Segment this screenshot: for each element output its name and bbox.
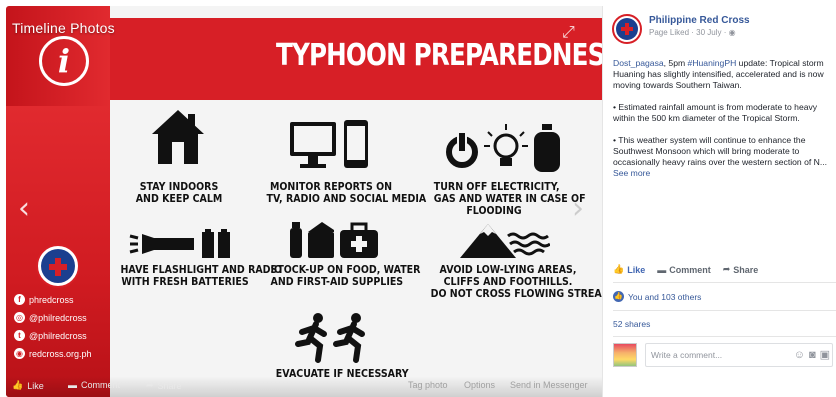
tip-monitor-reports: MONITOR REPORTS ON TV, RADIO AND SOCIAL … (266, 180, 427, 205)
options-button[interactable]: Options (464, 380, 495, 390)
twitter-icon: t (14, 330, 25, 341)
tip-flashlight-radio: HAVE FLASHLIGHT AND RADIO WITH FRESH BAT… (120, 263, 283, 288)
post-text: Dost_pagasa, 5pm #HuaningPH update: Trop… (613, 58, 827, 178)
house-icon (150, 108, 206, 171)
divider (613, 336, 836, 337)
photo-share-button[interactable]: ➦ Share (146, 380, 182, 391)
share-icon: ➦ (146, 380, 154, 390)
likes-summary[interactable]: 👍 You and 103 others (613, 291, 701, 302)
comment-icon: ▬ (68, 380, 77, 390)
social-twitter: t @philredcross (14, 330, 87, 341)
tip-stock-up: STOCK-UP ON FOOD, WATER AND FIRST-AID SU… (270, 263, 421, 288)
share-button[interactable]: ➦ Share (723, 264, 759, 275)
divider (613, 310, 836, 311)
tip-stay-indoors: STAY INDOORS AND KEEP CALM (135, 180, 223, 205)
tip-turn-off-utilities: TURN OFF ELECTRICITY, GAS AND WATER IN C… (433, 180, 586, 217)
comment-icon: ▬ (657, 264, 667, 275)
mountain-water-icon (458, 222, 551, 265)
previous-photo-icon[interactable]: ‹ (18, 191, 30, 226)
thumbs-up-icon: 👍 (613, 264, 625, 274)
page-avatar[interactable] (612, 14, 642, 44)
comment-composer: Write a comment... ☺ ◙ ▣ (613, 342, 836, 368)
camera-icon[interactable]: ◙ (809, 344, 816, 366)
social-facebook: f phredcross (14, 294, 74, 305)
post-panel: Philippine Red Cross Page Liked · 30 Jul… (602, 6, 836, 397)
photo-comment-button[interactable]: ▬ Comment (68, 380, 120, 390)
album-title[interactable]: Timeline Photos (12, 20, 115, 36)
send-messenger-button[interactable]: Send in Messenger (510, 380, 588, 390)
flashlight-batteries-icon (128, 228, 234, 265)
user-avatar (613, 343, 637, 367)
shares-count[interactable]: 52 shares (613, 319, 650, 329)
instagram-icon: ◎ (14, 312, 25, 323)
globe-icon: ◉ (728, 28, 736, 37)
social-website: ◉ redcross.org.ph (14, 348, 92, 359)
social-instagram: ◎ @philredcross (14, 312, 87, 323)
photo-viewer: Timeline Photos i TYPHOON PREPAREDNESS ⤢… (6, 6, 602, 397)
monitor-phone-icon (288, 118, 372, 177)
red-cross-logo (36, 244, 80, 288)
running-people-icon (292, 312, 372, 369)
supplies-icon (288, 220, 380, 265)
globe-icon: ◉ (14, 348, 25, 359)
power-bulb-gas-icon (446, 122, 564, 179)
gif-icon[interactable]: ▣ (820, 344, 830, 366)
like-button[interactable]: 👍 Like (613, 264, 645, 275)
see-more-link[interactable]: See more (613, 168, 650, 178)
comment-input[interactable]: Write a comment... ☺ ◙ ▣ (645, 343, 833, 367)
thumbs-up-icon: 👍 (12, 380, 24, 390)
share-icon: ➦ (722, 264, 731, 274)
poster-headline: TYPHOON PREPAREDNESS (276, 38, 602, 73)
post-actions: 👍 Like ▬ Comment ➦ Share (613, 264, 758, 275)
like-badge-icon: 👍 (613, 291, 624, 302)
tag-photo-button[interactable]: Tag photo (408, 380, 448, 390)
post-meta: Page Liked · 30 July · ◉ (649, 28, 736, 37)
expand-icon[interactable]: ⤢ (562, 24, 575, 42)
mention-link[interactable]: Dost_pagasa (613, 58, 664, 68)
page-name-link[interactable]: Philippine Red Cross (649, 15, 750, 26)
facebook-icon: f (14, 294, 25, 305)
tip-avoid-low-lying: AVOID LOW-LYING AREAS, CLIFFS AND FOOTHI… (430, 263, 602, 300)
divider (613, 282, 836, 283)
emoji-icon[interactable]: ☺ (794, 344, 805, 366)
hashtag-link[interactable]: #HuaningPH (688, 58, 737, 68)
info-icon: i (39, 36, 89, 86)
photo-like-button[interactable]: 👍 Like (12, 380, 44, 391)
comment-button[interactable]: ▬ Comment (657, 264, 711, 275)
